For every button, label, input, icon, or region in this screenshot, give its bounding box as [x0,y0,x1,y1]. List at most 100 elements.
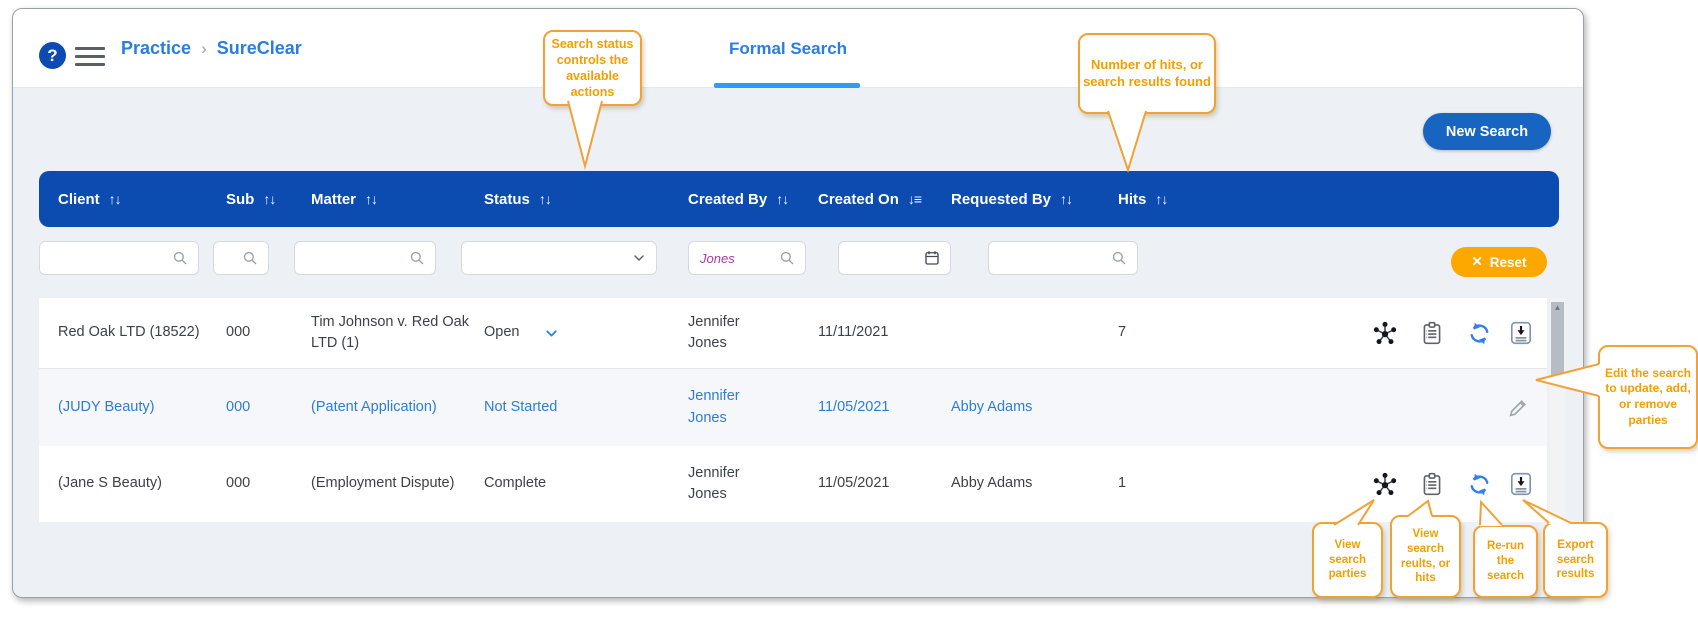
cell-matter: (Employment Dispute) [311,475,455,492]
hamburger-menu-icon[interactable] [75,47,105,71]
cell-sub[interactable]: 000 [226,369,286,446]
column-header-sub[interactable]: Sub ↑↓ [226,171,276,227]
callout-tail [567,100,603,170]
breadcrumb: Practice › SureClear [121,9,302,88]
table-row: (Jane S Beauty) 000 (Employment Dispute)… [39,446,1547,522]
search-icon [173,251,187,265]
new-search-button[interactable]: New Search [1423,113,1551,150]
sort-icon[interactable]: ↑↓ [1155,191,1168,207]
callout-tail [1333,499,1375,526]
client-filter-input[interactable] [49,249,171,267]
breadcrumb-practice[interactable]: Practice [121,38,191,59]
cell-hits: 7 [1118,324,1127,341]
tab-active-underline [714,83,860,88]
view-search-results-icon[interactable] [1416,317,1448,349]
callout-rerun: Re-run the search [1473,525,1538,598]
column-header-hits[interactable]: Hits ↑↓ [1118,171,1168,227]
chevron-down-icon [634,255,644,261]
sort-icon[interactable]: ↑↓ [539,191,552,207]
column-header-matter[interactable]: Matter ↑↓ [311,171,378,227]
callout-view-parties: View search parties [1312,522,1383,598]
rerun-search-icon[interactable] [1463,468,1495,500]
sort-icon[interactable]: ↑↓ [776,191,789,207]
cell-created-on: 11/11/2021 [818,324,889,341]
cell-requested-by: Abby Adams [951,398,1033,415]
cell-matter[interactable]: (Patent Application) [311,369,476,446]
cell-requested-by [951,298,1101,368]
cell-created-by: Jennifer Jones [688,388,740,426]
callout-view-results: View search reults, or hits [1390,515,1461,598]
view-search-results-icon[interactable] [1416,468,1448,500]
cell-client[interactable]: (JUDY Beauty) [58,369,208,446]
help-icon[interactable]: ? [39,42,66,69]
export-results-icon[interactable] [1505,317,1537,349]
tab-formal-search[interactable]: Formal Search [703,9,873,88]
column-header-client[interactable]: Client ↑↓ [58,171,122,227]
cell-created-on: 11/05/2021 [818,475,890,492]
cell-created-by: Jennifer Jones [688,464,740,502]
sort-icon[interactable]: ↑↓ [1060,191,1073,207]
callout-tail [1535,363,1600,397]
cell-client: (Jane S Beauty) [58,475,162,492]
column-header-status[interactable]: Status ↑↓ [484,171,552,227]
filter-sub [213,241,269,275]
column-header-created-by[interactable]: Created By ↑↓ [688,171,789,227]
cell-created-by: Jennifer Jones [688,313,740,351]
view-search-parties-icon[interactable] [1369,317,1401,349]
cell-status: Complete [484,475,547,492]
sort-icon[interactable]: ↑↓ [365,191,378,207]
cell-created-on: 11/05/2021 [818,398,890,415]
created-on-date-input[interactable] [848,249,923,267]
cell-sub: 000 [226,475,251,492]
edit-search-pencil-icon[interactable] [1502,392,1534,424]
view-search-parties-icon[interactable] [1369,468,1401,500]
created-by-filter-input[interactable] [698,249,778,267]
cell-sub: 000 [226,324,251,341]
cell-hits [1118,369,1168,446]
status-dropdown[interactable]: Open [484,298,619,368]
filter-requested-by [988,241,1138,275]
sort-icon[interactable]: ↑↓ [263,191,276,207]
breadcrumb-sureclear[interactable]: SureClear [217,38,302,59]
cell-matter: Tim Johnson v. Red Oak LTD (1) [311,313,469,351]
reset-button[interactable]: ✕ Reset [1451,247,1547,277]
callout-tail [1407,499,1433,517]
cell-requested-by: Abby Adams [951,475,1033,492]
sort-icon[interactable]: ↑↓ [109,191,122,207]
callout-tail [1107,110,1147,174]
requested-by-filter-input[interactable] [998,249,1110,267]
callout-export: Export search results [1543,522,1608,598]
table-row: (JUDY Beauty) 000 (Patent Application) N… [39,369,1547,446]
export-results-icon[interactable] [1505,468,1537,500]
filter-client [39,241,199,275]
search-icon [1112,251,1126,265]
close-icon: ✕ [1471,254,1483,269]
matter-filter-input[interactable] [304,249,408,267]
calendar-icon[interactable] [923,249,941,267]
status-filter-select[interactable] [461,241,657,275]
callout-tail [1479,500,1503,526]
column-header-requested-by[interactable]: Requested By ↑↓ [951,171,1073,227]
chevron-down-icon[interactable] [543,325,560,342]
sub-filter-input[interactable] [223,249,241,267]
sort-descending-icon[interactable]: ↓≡ [908,191,922,207]
search-icon [410,251,424,265]
cell-hits: 1 [1118,475,1127,492]
breadcrumb-separator: › [201,38,207,58]
vertical-scrollbar[interactable]: ▲ [1550,298,1565,522]
callout-hits: Number of hits, or search results found [1078,33,1216,114]
search-icon [780,251,794,265]
top-bar: ? Practice › SureClear Formal Search [13,9,1583,88]
callout-status: Search status controls the available act… [543,30,642,106]
filter-created-on [838,241,951,275]
callout-tail [1522,499,1572,524]
search-icon [243,251,257,265]
filter-matter [294,241,436,275]
table-row: Red Oak LTD (18522) 000 Tim Johnson v. R… [39,298,1547,369]
column-header-created-on[interactable]: Created On ↓≡ [818,171,922,227]
cell-client: Red Oak LTD (18522) [58,324,200,341]
table-header: Client ↑↓ Sub ↑↓ Matter ↑↓ Status ↑↓ Created… [39,171,1559,227]
rerun-search-icon[interactable] [1463,317,1495,349]
filter-created-by [688,241,806,275]
callout-edit-search: Edit the search to update, add, or remov… [1598,345,1698,449]
